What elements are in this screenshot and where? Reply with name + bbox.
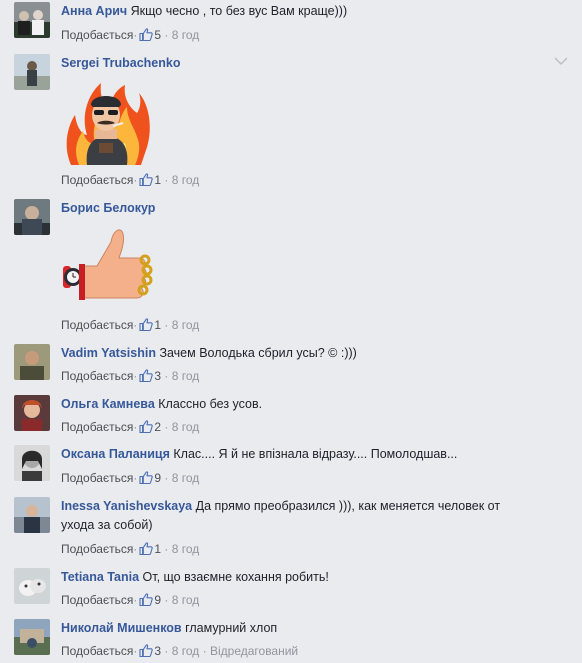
avatar[interactable]: [14, 619, 50, 655]
timestamp[interactable]: 8 год: [172, 318, 200, 332]
like-link[interactable]: Подобається: [61, 593, 133, 607]
avatar[interactable]: [14, 568, 50, 604]
avatar[interactable]: [14, 395, 50, 431]
timestamp[interactable]: 8 год: [172, 28, 200, 42]
timestamp[interactable]: 8 год: [172, 644, 200, 658]
comment-meta: Подобається· 9 · 8 год: [61, 471, 200, 485]
avatar[interactable]: [14, 344, 50, 380]
commenter-name[interactable]: Vadim Yatsishin: [61, 346, 156, 360]
comment-meta: Подобається· 3 · 8 год: [61, 369, 200, 383]
like-count[interactable]: 1: [154, 542, 161, 556]
like-link[interactable]: Подобається: [61, 318, 133, 332]
comment-line: Tetiana Tania От, що взаємне кохання роб…: [61, 569, 329, 585]
comment-line: Оксана Паланиця Клас.... Я й не впізнала…: [61, 446, 457, 462]
timestamp[interactable]: 8 год: [172, 173, 200, 187]
timestamp[interactable]: 8 год: [172, 420, 200, 434]
comment-text: Зачем Володька сбрил усы? © :))): [159, 346, 357, 360]
like-count[interactable]: 3: [154, 369, 161, 383]
like-count[interactable]: 2: [154, 420, 161, 434]
like-link[interactable]: Подобається: [61, 542, 133, 556]
commenter-name[interactable]: Inessa Yanishevskaya: [61, 499, 192, 513]
comment-meta: Подобається· 2 · 8 год: [61, 420, 200, 434]
thumbs-up-icon: [139, 542, 153, 555]
like-link[interactable]: Подобається: [61, 173, 133, 187]
thumbs-up-icon: [139, 318, 153, 331]
thumbs-up-sticker: [61, 222, 155, 304]
commenter-name[interactable]: Ольга Камнева: [61, 397, 155, 411]
comment-meta: Подобається· 1 · 8 год: [61, 318, 200, 332]
comment-line-2: ухода за собой): [61, 517, 153, 533]
angry-biker-fire-sticker: [61, 77, 153, 169]
thumbs-up-icon: [139, 420, 153, 433]
comment-text: Якщо чесно , то без вус Вам краще))): [130, 4, 348, 18]
timestamp[interactable]: 8 год: [172, 593, 200, 607]
comment-text: гламурний хлоп: [185, 621, 278, 635]
like-link[interactable]: Подобається: [61, 644, 133, 658]
like-count[interactable]: 1: [154, 173, 161, 187]
chevron-down-icon[interactable]: [554, 56, 568, 66]
like-count[interactable]: 3: [154, 644, 161, 658]
thumbs-up-icon: [139, 173, 153, 186]
commenter-name[interactable]: Борис Белокур: [61, 201, 155, 215]
avatar[interactable]: [14, 497, 50, 533]
timestamp[interactable]: 8 год: [172, 542, 200, 556]
like-link[interactable]: Подобається: [61, 420, 133, 434]
comment-meta: Подобається· 5 · 8 год: [61, 28, 200, 42]
timestamp[interactable]: 8 год: [172, 369, 200, 383]
like-count[interactable]: 5: [154, 28, 161, 42]
comment-text: ухода за собой): [61, 518, 153, 532]
commenter-name[interactable]: Оксана Паланиця: [61, 447, 170, 461]
commenter-name[interactable]: Николай Мишенков: [61, 621, 182, 635]
comment-text: Да прямо преобразился ))), как меняется …: [195, 499, 501, 513]
comment-line: Ольга Камнева Классно без усов.: [61, 396, 262, 412]
thumbs-up-icon: [139, 593, 153, 606]
like-count[interactable]: 1: [154, 318, 161, 332]
thumbs-up-icon: [139, 471, 153, 484]
edited-label[interactable]: Відредагований: [210, 644, 298, 658]
like-link[interactable]: Подобається: [61, 471, 133, 485]
avatar[interactable]: [14, 54, 50, 90]
comment-line: Vadim Yatsishin Зачем Володька сбрил усы…: [61, 345, 357, 361]
comment-text: От, що взаємне кохання робить!: [142, 570, 329, 584]
comment-line: Борис Белокур: [61, 200, 155, 216]
timestamp[interactable]: 8 год: [172, 471, 200, 485]
comment-text: Классно без усов.: [158, 397, 263, 411]
commenter-name[interactable]: Tetiana Tania: [61, 570, 139, 584]
comment-meta: Подобається· 3 · 8 год · Відредагований: [61, 644, 299, 658]
like-link[interactable]: Подобається: [61, 28, 133, 42]
like-link[interactable]: Подобається: [61, 369, 133, 383]
commenter-name[interactable]: Sergei Trubachenko: [61, 56, 180, 70]
comment-line: Николай Мишенков гламурний хлоп: [61, 620, 277, 636]
thumbs-up-icon: [139, 28, 153, 41]
comment-text: Клас.... Я й не впізнала відразу.... Пом…: [173, 447, 458, 461]
comment-line: Sergei Trubachenko: [61, 55, 180, 71]
avatar[interactable]: [14, 445, 50, 481]
thumbs-up-icon: [139, 644, 153, 657]
avatar[interactable]: [14, 199, 50, 235]
avatar[interactable]: [14, 2, 50, 38]
comment-line: Inessa Yanishevskaya Да прямо преобразил…: [61, 498, 500, 514]
thumbs-up-icon: [139, 369, 153, 382]
like-count[interactable]: 9: [154, 471, 161, 485]
comment-meta: Подобається· 1 · 8 год: [61, 542, 200, 556]
comment-meta: Подобається· 9 · 8 год: [61, 593, 200, 607]
comment-meta: Подобається· 1 · 8 год: [61, 173, 200, 187]
comment-line: Анна Арич Якщо чесно , то без вус Вам кр…: [61, 3, 347, 19]
like-count[interactable]: 9: [154, 593, 161, 607]
commenter-name[interactable]: Анна Арич: [61, 4, 127, 18]
